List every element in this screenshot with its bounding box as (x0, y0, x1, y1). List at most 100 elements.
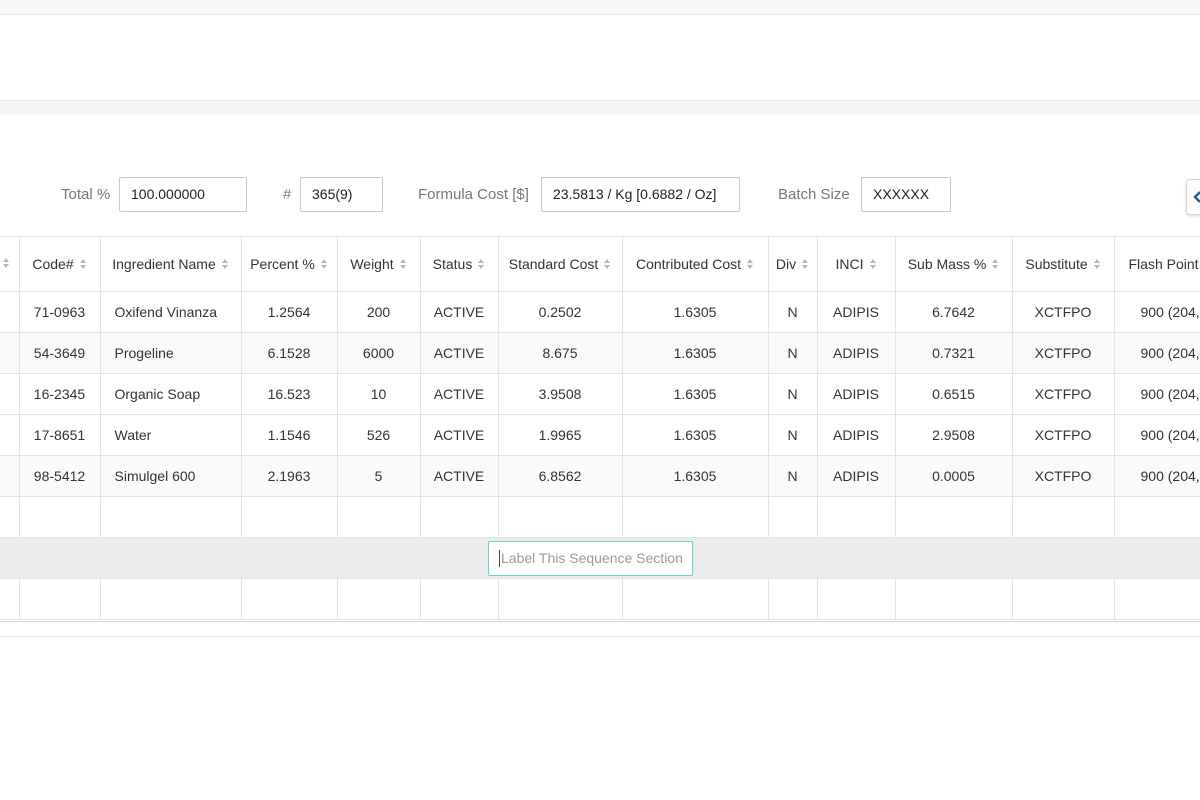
table-cell-handle[interactable] (0, 332, 20, 374)
table-cell: 71-0963 (19, 291, 101, 333)
column-header-label: Div (775, 256, 797, 272)
batch-size-label: Batch Size (778, 186, 850, 203)
table-cell: Organic Soap (100, 373, 242, 415)
table-cell: 54-3649 (19, 332, 101, 374)
table-cell[interactable]: 16.523 (241, 373, 338, 415)
sort-updown-icon (399, 259, 406, 269)
empty-row[interactable] (0, 496, 1200, 538)
collapse-panel-button[interactable] (1186, 179, 1200, 215)
column-header-inci[interactable]: INCI (817, 236, 896, 292)
table-cell: ACTIVE (420, 332, 499, 374)
batch-size-field[interactable]: XXXXXX (861, 177, 951, 212)
column-header-label: Contributed Cost (635, 256, 742, 272)
formula-cost-field[interactable]: 23.5813 / Kg [0.6882 / Oz] (541, 177, 740, 212)
formula-summary-bar: Total % 100.000000 # 365(9) Formula Cost… (0, 177, 1200, 212)
section-divider-bottom (0, 636, 1200, 637)
table-cell[interactable]: 526 (337, 414, 421, 456)
table-row[interactable]: 54-3649 Progeline 6.1528 6000 ACTIVE 8.6… (0, 332, 1200, 374)
table-cell: ADIPIS (817, 455, 896, 497)
ingredients-grid: Code# Ingredient Name Percent % Weight S… (0, 236, 1200, 622)
table-cell: N (768, 332, 818, 374)
column-header-substitute[interactable]: Substitute (1012, 236, 1115, 292)
table-cell-handle[interactable] (0, 373, 20, 415)
table-cell-handle[interactable] (0, 414, 20, 456)
column-header-div[interactable]: Div (768, 236, 818, 292)
table-cell-handle[interactable] (0, 291, 20, 333)
column-header-standard-cost[interactable]: Standard Cost (498, 236, 623, 292)
total-percent-field[interactable]: 100.000000 (119, 177, 247, 212)
table-cell: 1.6305 (622, 291, 769, 333)
table-cell: 6.8562 (498, 455, 623, 497)
table-cell[interactable]: 2.1963 (241, 455, 338, 497)
column-header-status[interactable]: Status (420, 236, 499, 292)
table-row[interactable]: 17-8651 Water 1.1546 526 ACTIVE 1.9965 1… (0, 414, 1200, 456)
table-cell: 17-8651 (19, 414, 101, 456)
sort-updown-icon (992, 259, 999, 269)
column-header-code[interactable]: Code# (19, 236, 101, 292)
table-cell: 900 (204,4 (1114, 291, 1200, 333)
column-header-partial[interactable] (0, 236, 20, 292)
column-header-ingredient-name[interactable]: Ingredient Name (100, 236, 242, 292)
table-cell: XCTFPO (1012, 455, 1115, 497)
column-header-weight[interactable]: Weight (337, 236, 421, 292)
column-header-contributed-cost[interactable]: Contributed Cost (622, 236, 769, 292)
table-row[interactable]: 98-5412 Simulgel 600 2.1963 5 ACTIVE 6.8… (0, 455, 1200, 497)
column-header-sub-mass[interactable]: Sub Mass % (895, 236, 1013, 292)
table-cell: 900 (204,4 (1114, 414, 1200, 456)
table-cell: ACTIVE (420, 373, 499, 415)
column-header-percent[interactable]: Percent % (241, 236, 338, 292)
table-row[interactable]: 71-0963 Oxifend Vinanza 1.2564 200 ACTIV… (0, 291, 1200, 333)
table-cell: 0.7321 (895, 332, 1013, 374)
table-cell: ADIPIS (817, 332, 896, 374)
table-cell: ACTIVE (420, 414, 499, 456)
table-cell: 0.2502 (498, 291, 623, 333)
count-field[interactable]: 365(9) (300, 177, 383, 212)
table-cell[interactable]: 1.1546 (241, 414, 338, 456)
table-cell: 6.7642 (895, 291, 1013, 333)
sort-updown-icon (869, 259, 876, 269)
column-header-flash-point[interactable]: Flash Point (1114, 236, 1200, 292)
table-cell: 1.9965 (498, 414, 623, 456)
table-cell[interactable]: 5 (337, 455, 421, 497)
total-percent-label: Total % (61, 186, 111, 203)
sort-updown-icon (478, 259, 485, 269)
table-cell: ACTIVE (420, 291, 499, 333)
text-cursor (499, 550, 500, 567)
table-cell: ADIPIS (817, 373, 896, 415)
table-cell: 98-5412 (19, 455, 101, 497)
table-cell[interactable]: 6.1528 (241, 332, 338, 374)
table-cell: 1.6305 (622, 455, 769, 497)
column-header-label: Percent % (250, 256, 315, 272)
table-cell: 900 (204,4 (1114, 373, 1200, 415)
table-cell: 1.6305 (622, 373, 769, 415)
table-row[interactable]: 16-2345 Organic Soap 16.523 10 ACTIVE 3.… (0, 373, 1200, 415)
table-cell: XCTFPO (1012, 291, 1115, 333)
formula-page: Total % 100.000000 # 365(9) Formula Cost… (0, 0, 1200, 800)
table-cell: 1.6305 (622, 332, 769, 374)
table-cell[interactable]: 1.2564 (241, 291, 338, 333)
table-cell-handle[interactable] (0, 455, 20, 497)
table-cell: N (768, 455, 818, 497)
sequence-label-input[interactable]: Label This Sequence Section (488, 541, 693, 576)
table-cell: 900 (204,4 (1114, 455, 1200, 497)
formula-cost-label: Formula Cost [$] (418, 186, 529, 203)
table-cell: 0.6515 (895, 373, 1013, 415)
table-header-row: Code# Ingredient Name Percent % Weight S… (0, 236, 1200, 292)
table-cell: XCTFPO (1012, 414, 1115, 456)
section-divider (0, 100, 1200, 115)
table-cell[interactable]: 10 (337, 373, 421, 415)
sort-updown-icon (604, 259, 611, 269)
table-cell: 16-2345 (19, 373, 101, 415)
table-cell: ADIPIS (817, 291, 896, 333)
table-cell: XCTFPO (1012, 373, 1115, 415)
table-cell: N (768, 291, 818, 333)
table-cell: N (768, 414, 818, 456)
table-cell[interactable]: 6000 (337, 332, 421, 374)
column-header-label: INCI (835, 256, 864, 272)
top-toolbar-strip (0, 0, 1200, 15)
empty-row[interactable] (0, 578, 1200, 620)
table-cell[interactable]: 200 (337, 291, 421, 333)
sort-updown-icon (1093, 259, 1100, 269)
column-header-label: Weight (350, 256, 394, 272)
table-cell: Oxifend Vinanza (100, 291, 242, 333)
